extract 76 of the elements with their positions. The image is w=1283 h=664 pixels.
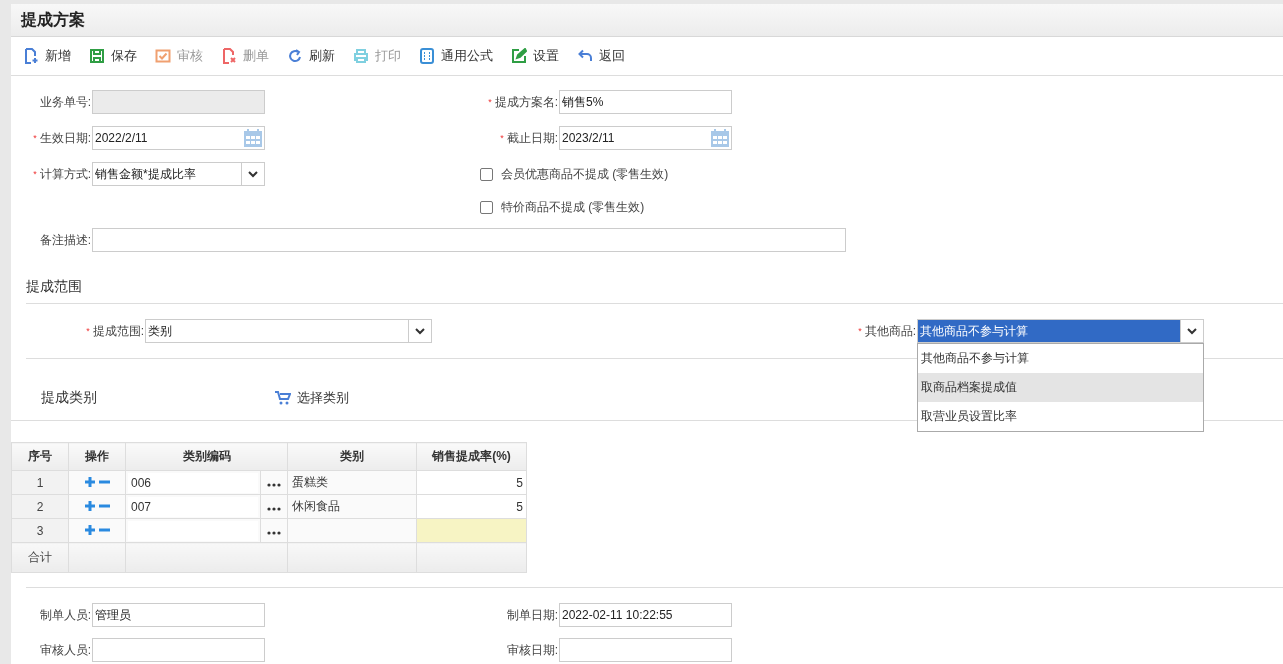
rate-cell[interactable]: 5 <box>416 470 527 495</box>
more-icon[interactable] <box>267 530 281 535</box>
section-title: 提成范围 <box>26 278 1283 304</box>
row-number: 3 <box>11 518 69 543</box>
toolbar-button[interactable]: 设置 <box>509 47 569 65</box>
print-icon <box>353 48 369 64</box>
refresh-icon <box>287 48 303 64</box>
more-icon[interactable] <box>267 482 281 487</box>
input-field[interactable]: 销售5% <box>559 90 732 114</box>
checkbox[interactable] <box>480 200 493 214</box>
window-title: 提成方案 <box>21 9 85 30</box>
field-label: 制单日期: <box>505 606 558 624</box>
field-label: * 提成方案名: <box>487 93 558 111</box>
date-field[interactable]: 2022/2/11 <box>92 126 265 150</box>
field-label: * 计算方式: <box>32 165 91 183</box>
field-label: 业务单号: <box>38 93 91 111</box>
dropdown-option[interactable]: 取营业员设置比率 <box>918 402 1203 431</box>
delete-document-icon <box>221 48 237 64</box>
toolbar-button[interactable]: 保存 <box>87 47 147 65</box>
checkbox-option[interactable]: 特价商品不提成 (零售生效) <box>480 198 645 216</box>
toolbar-button[interactable]: 返回 <box>575 47 635 65</box>
row-number: 2 <box>11 494 69 519</box>
field-label: 制单人员: <box>38 606 91 624</box>
column-header: 操作 <box>68 442 126 471</box>
section-title: 提成类别 <box>41 388 98 407</box>
add-row-icon[interactable] <box>84 524 95 535</box>
field-label: 审核人员: <box>38 641 91 659</box>
field-label: 审核日期: <box>505 641 558 659</box>
field-label: 备注描述: <box>38 231 91 249</box>
toolbar-button[interactable]: 新增 <box>21 47 81 65</box>
column-header: 销售提成率(%) <box>416 442 527 471</box>
total-label: 合计 <box>11 542 69 573</box>
code-input[interactable]: 007 <box>128 496 258 517</box>
cart-icon <box>275 390 291 405</box>
select-field[interactable]: 销售金额*提成比率 <box>92 162 265 186</box>
input-field[interactable]: 管理员 <box>92 603 265 627</box>
input-field[interactable]: 2022-02-11 10:22:55 <box>559 603 732 627</box>
rate-cell[interactable]: 5 <box>416 494 527 519</box>
toolbar-button[interactable]: 通用公式 <box>417 47 503 65</box>
table-cell: 休闲食品 <box>287 494 417 519</box>
input-field[interactable] <box>92 638 265 662</box>
input-field[interactable] <box>92 228 846 252</box>
add-document-icon <box>23 48 39 64</box>
field-label: * 生效日期: <box>32 129 91 147</box>
save-icon <box>89 48 105 64</box>
checkbox[interactable] <box>480 167 493 181</box>
column-header: 类别 <box>287 442 417 471</box>
column-header: 类别编码 <box>125 442 288 471</box>
field-label: * 截止日期: <box>499 129 558 147</box>
field-label: * 其他商品: <box>857 322 916 340</box>
select-field[interactable]: 类别 <box>145 319 432 343</box>
add-row-icon[interactable] <box>84 476 95 487</box>
date-field[interactable]: 2023/2/11 <box>559 126 732 150</box>
checkbox-option[interactable]: 会员优惠商品不提成 (零售生效) <box>480 165 669 183</box>
more-icon[interactable] <box>267 506 281 511</box>
toolbar-button[interactable]: 刷新 <box>285 47 345 65</box>
select-field[interactable]: 其他商品不参与计算 <box>917 319 1204 343</box>
code-input[interactable] <box>128 520 258 541</box>
field-label: * 提成范围: <box>85 322 144 340</box>
dropdown-option[interactable]: 其他商品不参与计算 <box>918 344 1203 373</box>
caret-icon <box>415 327 425 335</box>
calculator-icon <box>419 48 435 64</box>
caret-icon <box>1187 327 1197 335</box>
input-field[interactable] <box>559 638 732 662</box>
table-cell: 蛋糕类 <box>287 470 417 495</box>
caret-icon <box>248 170 258 178</box>
edit-icon <box>511 48 527 64</box>
rate-cell[interactable] <box>416 518 527 543</box>
code-input[interactable]: 006 <box>128 472 258 493</box>
dropdown-option[interactable]: 取商品档案提成值 <box>918 373 1203 402</box>
column-header: 序号 <box>11 442 69 471</box>
checkbox-icon <box>155 48 171 64</box>
select-category-button[interactable]: 选择类别 <box>275 388 349 407</box>
add-row-icon[interactable] <box>84 500 95 511</box>
row-number: 1 <box>11 470 69 495</box>
back-icon <box>577 48 593 64</box>
